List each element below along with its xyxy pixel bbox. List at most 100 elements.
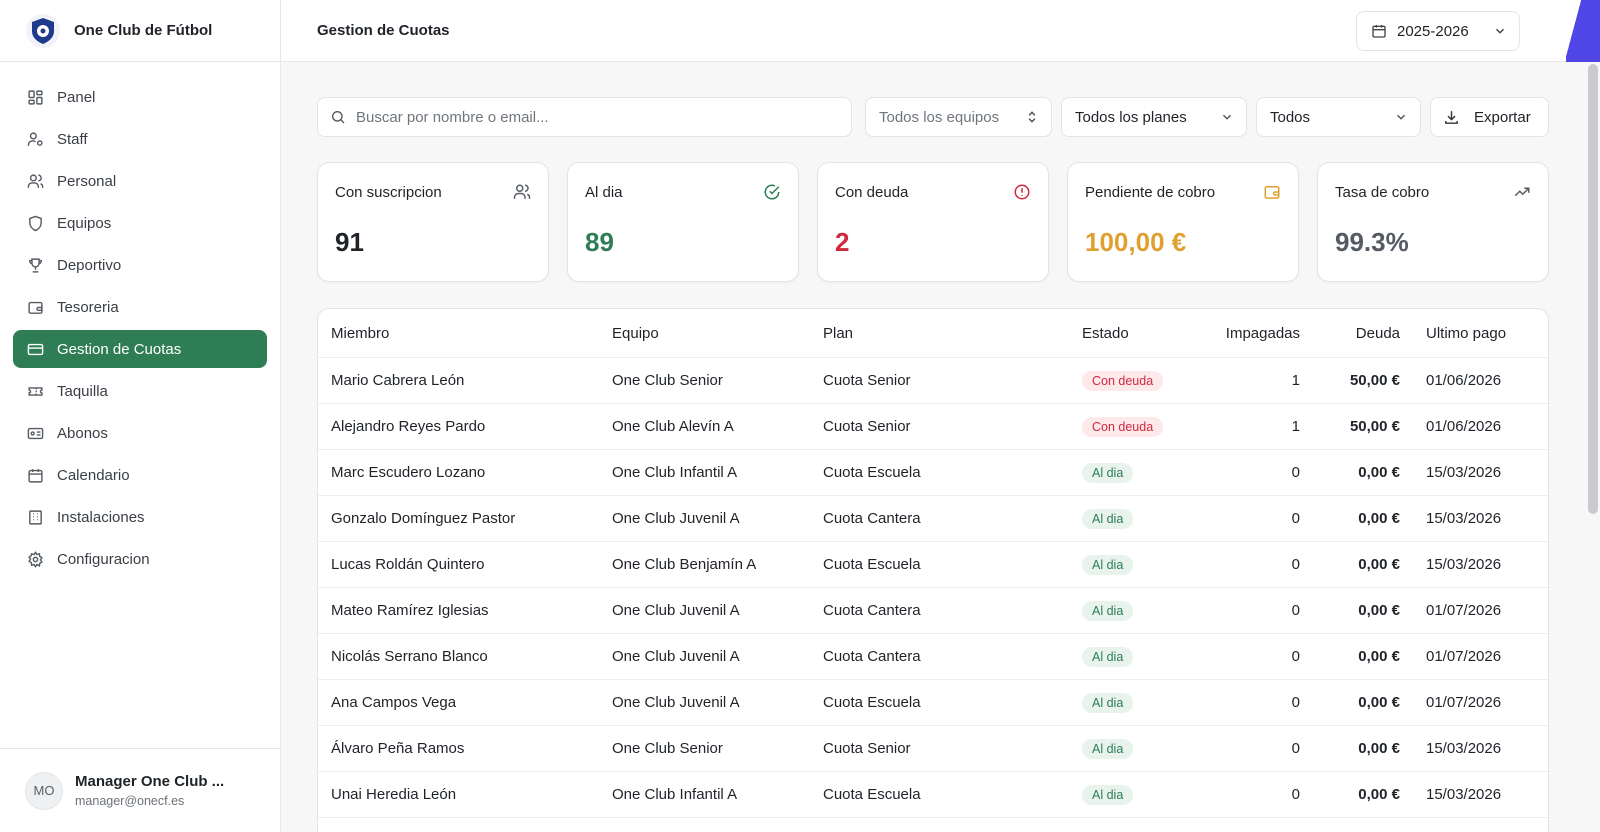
alert-circle-icon: [1013, 183, 1031, 201]
sidebar-item-gestion-de-cuotas[interactable]: Gestion de Cuotas: [13, 330, 267, 368]
debt-amount: 0,00 €: [1358, 694, 1400, 711]
sidebar-item-configuracion[interactable]: Configuracion: [13, 540, 267, 578]
user-cog-icon: [26, 130, 44, 148]
debt-amount: 50,00 €: [1349, 372, 1400, 389]
team-name: One Club Benjamín A: [612, 556, 757, 573]
sidebar-item-tesoreria[interactable]: Tesoreria: [13, 288, 267, 326]
stat-label: Con suscripcion: [335, 184, 442, 201]
status-badge: Al dia: [1082, 554, 1134, 575]
member-name: Álvaro Peña Ramos: [331, 740, 465, 757]
sidebar-item-equipos[interactable]: Equipos: [13, 204, 267, 242]
unpaid-count: 0: [1291, 510, 1300, 527]
unpaid-count: 1: [1291, 418, 1300, 435]
column-header-member[interactable]: Miembro: [318, 325, 599, 342]
sidebar-item-label: Panel: [57, 88, 96, 106]
sidebar-item-panel[interactable]: Panel: [13, 78, 267, 116]
user-profile[interactable]: MO Manager One Club ... manager@onecf.es: [0, 748, 281, 832]
sidebar-item-label: Instalaciones: [57, 508, 145, 526]
table-row[interactable]: Alejandro Reyes Pardo One Club Alevín A Cu…: [318, 404, 1548, 450]
member-name: Ana Campos Vega: [331, 694, 457, 711]
column-header-unpaid[interactable]: Impagadas: [1182, 325, 1306, 342]
dashboard-icon: [26, 88, 44, 106]
plan-name: Cuota Senior: [823, 372, 911, 389]
sidebar-item-deportivo[interactable]: Deportivo: [13, 246, 267, 284]
stat-card-subscribed: Con suscripcion 91: [317, 162, 549, 282]
team-name: One Club Infantil A: [612, 464, 738, 481]
status-cell: Al dia: [1069, 692, 1182, 713]
table-row[interactable]: Ana Campos Vega One Club Juvenil A Cuota E…: [318, 680, 1548, 726]
chevrons-up-down-icon: [1025, 110, 1039, 124]
sidebar-item-label: Gestion de Cuotas: [57, 340, 182, 358]
sidebar-item-calendario[interactable]: Calendario: [13, 456, 267, 494]
status-cell: Con deuda: [1069, 416, 1182, 437]
search-input[interactable]: [356, 108, 816, 126]
status-badge: Al dia: [1082, 600, 1134, 621]
table-row[interactable]: Marc Escudero Lozano One Club Infantil A C…: [318, 450, 1548, 496]
table-row[interactable]: Nicolás Serrano Blanco One Club Juvenil A…: [318, 634, 1548, 680]
column-header-status[interactable]: Estado: [1069, 325, 1182, 342]
plan-name: Cuota Cantera: [823, 648, 921, 665]
status-cell: Al dia: [1069, 784, 1182, 805]
column-header-plan[interactable]: Plan: [810, 325, 1069, 342]
status-cell: Al dia: [1069, 508, 1182, 529]
member-name: Alejandro Reyes Pardo: [331, 418, 486, 435]
last-payment-date: 01/06/2026: [1426, 372, 1502, 389]
calendar-icon: [26, 466, 44, 484]
column-header-last-payment[interactable]: Ultimo pago: [1406, 325, 1546, 342]
status-cell: Al dia: [1069, 738, 1182, 759]
stat-label: Tasa de cobro: [1335, 184, 1430, 201]
team-name: One Club Juvenil A: [612, 510, 740, 527]
plan-filter-value: Todos los planes: [1075, 108, 1187, 126]
team-filter-select[interactable]: Todos los equipos: [865, 97, 1052, 137]
stat-label: Con deuda: [835, 184, 909, 201]
column-header-team[interactable]: Equipo: [599, 325, 810, 342]
plan-name: Cuota Escuela: [823, 464, 921, 481]
scrollbar[interactable]: [1588, 64, 1598, 514]
table-row[interactable]: Álvaro Peña Ramos One Club Senior Cuota Se…: [318, 726, 1548, 772]
plan-name: Cuota Escuela: [823, 786, 921, 803]
filters-bar: Todos los equipos Todos los planes Todos…: [317, 97, 1549, 137]
trophy-icon: [26, 256, 44, 274]
table-row[interactable]: Lucas Roldán Quintero One Club Benjamín A…: [318, 542, 1548, 588]
table-row[interactable]: Unai Heredia León One Club Infantil A Cuot…: [318, 772, 1548, 818]
status-badge: Al dia: [1082, 692, 1134, 713]
users-icon: [513, 183, 531, 201]
search-icon: [330, 109, 346, 125]
gear-icon: [26, 550, 44, 568]
last-payment-date: 01/06/2026: [1426, 418, 1502, 435]
sidebar-item-staff[interactable]: Staff: [13, 120, 267, 158]
ticket-icon: [26, 382, 44, 400]
table-row[interactable]: Gonzalo Domínguez Pastor One Club Juvenil…: [318, 496, 1548, 542]
sidebar-item-abonos[interactable]: Abonos: [13, 414, 267, 452]
sidebar-item-instalaciones[interactable]: Instalaciones: [13, 498, 267, 536]
brand[interactable]: One Club de Fútbol: [0, 0, 280, 62]
stat-value: 2: [835, 227, 850, 257]
stat-label: Al dia: [585, 184, 623, 201]
plan-filter-select[interactable]: Todos los planes: [1061, 97, 1247, 137]
unpaid-count: 1: [1291, 372, 1300, 389]
plan-name: Cuota Cantera: [823, 510, 921, 527]
season-selector[interactable]: 2025-2026: [1356, 11, 1520, 51]
export-button[interactable]: Exportar: [1430, 97, 1549, 137]
sidebar-item-taquilla[interactable]: Taquilla: [13, 372, 267, 410]
sidebar: One Club de Fútbol Panel Staff Personal …: [0, 0, 281, 832]
team-filter-value: Todos los equipos: [879, 108, 1000, 126]
member-name: Nicolás Serrano Blanco: [331, 648, 488, 665]
team-name: One Club Infantil A: [612, 786, 738, 803]
stat-value: 89: [585, 227, 614, 257]
building-icon: [26, 508, 44, 526]
last-payment-date: 15/03/2026: [1426, 510, 1502, 527]
search-box[interactable]: [317, 97, 852, 137]
status-badge: Al dia: [1082, 738, 1134, 759]
sidebar-item-personal[interactable]: Personal: [13, 162, 267, 200]
column-header-debt[interactable]: Deuda: [1306, 325, 1406, 342]
table-row[interactable]: Mateo Ramírez Iglesias One Club Juvenil A…: [318, 588, 1548, 634]
table-row[interactable]: Mario Cabrera León One Club Senior Cuota S…: [318, 358, 1548, 404]
debt-amount: 0,00 €: [1358, 464, 1400, 481]
status-cell: Al dia: [1069, 600, 1182, 621]
sidebar-nav: Panel Staff Personal Equipos Deportivo T…: [0, 62, 280, 578]
decorative-stripe: [1566, 0, 1600, 62]
last-payment-date: 01/07/2026: [1426, 694, 1502, 711]
status-filter-select[interactable]: Todos: [1256, 97, 1421, 137]
unpaid-count: 0: [1291, 740, 1300, 757]
